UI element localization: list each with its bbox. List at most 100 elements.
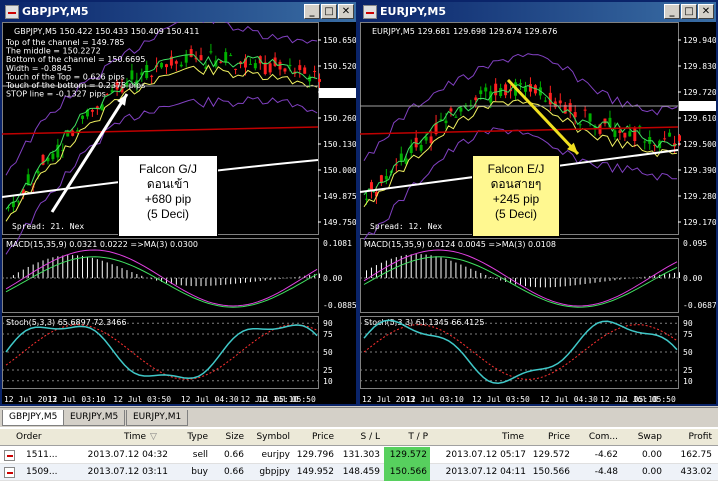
macd-tick-label: -0.0885 [323, 301, 356, 310]
candle-body [165, 64, 168, 68]
chart-window-eurjpy[interactable]: EURJPY,M5 _ □ ✕ 129.940 129.830 129.720 129… [358, 0, 718, 406]
cell-open-time: 2013.07.12 04:32 [87, 450, 168, 460]
cell-swap: 0.00 [641, 467, 662, 477]
close-button[interactable]: ✕ [698, 4, 714, 19]
callout-line: Falcon E/J [487, 162, 545, 176]
column-header[interactable]: Type [170, 429, 208, 446]
time-tick-label: 12 Jul 03:50 [472, 395, 530, 404]
candle-body [543, 100, 547, 102]
candle-body [643, 141, 647, 143]
current-price-label: 150.411 [321, 89, 355, 98]
candle-body [365, 198, 368, 200]
cell-order: 1509... [26, 467, 58, 477]
candle-body [479, 90, 483, 95]
candle-body [313, 70, 317, 72]
column-header[interactable]: Swap [624, 429, 662, 446]
price-tick-label: 129.500 [683, 140, 716, 149]
candle-body [248, 63, 252, 65]
price-tick-label: 129.830 [683, 62, 716, 71]
candle-body [36, 171, 40, 174]
column-header[interactable]: T / P [386, 429, 428, 446]
candle-body [219, 61, 223, 63]
stochastic-tick-label: 75 [683, 330, 693, 339]
cell-size: 0.66 [223, 450, 244, 460]
window-titlebar[interactable]: EURJPY,M5 _ □ ✕ [360, 2, 716, 22]
macd-tick-label: 0.1081 [323, 239, 352, 248]
candle-body [558, 100, 562, 104]
candle-body [588, 113, 592, 122]
candle-body [303, 67, 307, 74]
candle-body [459, 107, 463, 112]
candle-body [199, 55, 203, 61]
chart-window-icon [363, 5, 377, 19]
candle-body [628, 131, 632, 137]
callout-line: ดอนสายๆ [490, 177, 542, 191]
maximize-button[interactable]: □ [681, 4, 697, 19]
price-tick-label: 149.875 [323, 192, 356, 201]
column-header[interactable]: Profit [666, 429, 712, 446]
column-header[interactable]: Time [80, 429, 146, 446]
candle-body [494, 83, 498, 96]
tab-gbpjpy-m5[interactable]: GBPJPY,M5 [2, 410, 65, 426]
candle-body [613, 130, 617, 137]
price-tick-label: 129.940 [683, 36, 716, 45]
window-titlebar[interactable]: GBPJPY,M5 _ □ ✕ [2, 2, 356, 22]
indicator-info-line: STOP line = -0.1327 pips [6, 90, 106, 99]
window-title: GBPJPY,M5 [22, 5, 89, 18]
candle-body [298, 65, 302, 70]
time-tick-label: 12 Jul 04:30 [540, 395, 598, 404]
close-button[interactable]: ✕ [338, 4, 354, 19]
cell-type: sell [192, 450, 208, 460]
chart-window-gbpjpy[interactable]: GBPJPY,M5 _ □ ✕ 150.650150.520150.390150… [0, 0, 358, 406]
stochastic-tick-label: 25 [323, 366, 333, 375]
column-header[interactable]: Time [470, 429, 524, 446]
candle-body [71, 130, 75, 136]
time-tick-label: 12 Jul 05:50 [258, 395, 316, 404]
candle-body [263, 62, 267, 75]
minimize-button[interactable]: _ [664, 4, 680, 19]
cell-profit: 162.75 [680, 450, 713, 460]
minimize-button[interactable]: _ [304, 4, 320, 19]
column-header[interactable]: Price [530, 429, 570, 446]
column-header[interactable]: Order [16, 429, 66, 446]
candle-body [288, 64, 292, 67]
candle-body [224, 52, 228, 63]
price-tick-label: 150.650 [323, 36, 356, 45]
price-tick-label: 129.720 [683, 88, 716, 97]
callout-line: Falcon G/J [138, 162, 198, 176]
annotation-callout: Falcon G/J ดอนเข้า +680 pip (5 Deci) [118, 155, 218, 237]
column-header[interactable]: Price [296, 429, 334, 446]
candle-body [81, 115, 84, 119]
table-row[interactable]: 1511... 2013.07.12 04:32 sell 0.66 eurjp… [0, 447, 718, 464]
candle-body [499, 88, 503, 96]
cell-stop-loss: 131.303 [342, 450, 380, 460]
candle-body [484, 87, 488, 92]
callout-line: (5 Deci) [494, 207, 537, 221]
maximize-button[interactable]: □ [321, 4, 337, 19]
cell-commission: -4.62 [594, 450, 618, 460]
candle-body [234, 68, 238, 70]
closed-trade-icon [4, 467, 15, 478]
macd-tick-label: 0.095 [683, 239, 707, 248]
price-tick-label: 150.000 [323, 166, 356, 175]
tab-eurjpy-m1[interactable]: EURJPY,M1 [126, 410, 189, 426]
tab-eurjpy-m5[interactable]: EURJPY,M5 [63, 410, 126, 426]
candle-body [130, 70, 134, 80]
column-header[interactable]: Com... [576, 429, 618, 446]
spread-label: Spread: 12. Nex [370, 222, 442, 231]
cell-close-time: 2013.07.12 05:17 [445, 450, 526, 460]
column-header[interactable]: Size [212, 429, 244, 446]
column-header[interactable]: Symbol [248, 429, 290, 446]
price-tick-label: 129.390 [683, 166, 716, 175]
cell-take-profit: 129.572 [384, 447, 430, 464]
table-row[interactable]: 1509... 2013.07.12 03:11 buy 0.66 gbpjpy… [0, 464, 718, 481]
candle-body [524, 87, 527, 92]
macd-tick-label: 0.00 [683, 274, 702, 283]
candle-body [229, 55, 233, 57]
column-header[interactable]: S / L [340, 429, 380, 446]
candle-body [444, 120, 448, 124]
cell-symbol: gbpjpy [259, 467, 290, 477]
candle-body [583, 109, 587, 111]
candle-body [51, 153, 55, 160]
price-tick-label: 129.170 [683, 218, 716, 227]
